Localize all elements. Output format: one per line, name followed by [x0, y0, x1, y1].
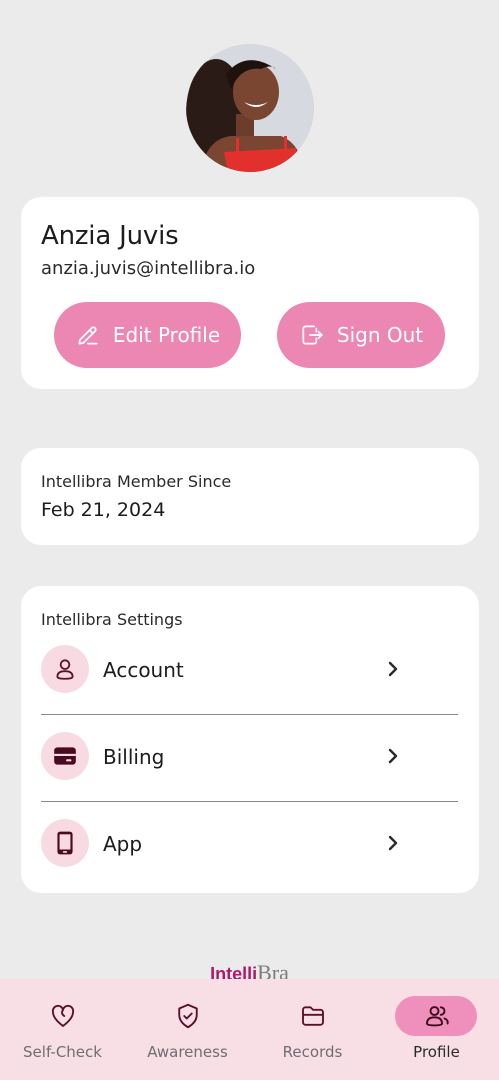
sign-out-button[interactable]: Sign Out: [277, 302, 445, 368]
settings-item-label: App: [103, 832, 143, 856]
settings-card: Intellibra Settings Account Billing App: [21, 586, 479, 893]
shield-check-icon: [177, 1003, 198, 1029]
tab-label: Awareness: [147, 1043, 228, 1061]
chevron-right-icon: [388, 661, 398, 677]
settings-item-account[interactable]: Account: [21, 626, 438, 712]
card-icon: [41, 732, 89, 780]
profile-avatar: [186, 44, 314, 172]
member-since-date: Feb 21, 2024: [41, 499, 166, 521]
folder-icon: [301, 1006, 324, 1026]
tab-self-check[interactable]: Self-Check: [0, 979, 125, 1080]
heart-icon: [51, 1004, 74, 1027]
chevron-right-icon: [388, 835, 398, 851]
edit-icon: [78, 326, 98, 345]
settings-item-label: Account: [103, 658, 184, 682]
bottom-tab-bar: Self-Check Awareness Records Profile: [0, 979, 499, 1080]
tab-label: Records: [282, 1043, 343, 1061]
membership-card: Intellibra Member Since Feb 21, 2024: [21, 448, 479, 545]
users-icon: [425, 1006, 449, 1027]
tab-records[interactable]: Records: [250, 979, 375, 1080]
settings-item-label: Billing: [103, 745, 165, 769]
settings-item-billing[interactable]: Billing: [21, 713, 438, 799]
phone-icon: [41, 819, 89, 867]
edit-profile-label: Edit Profile: [112, 323, 221, 347]
user-name: Anzia Juvis: [41, 221, 179, 251]
member-since-label: Intellibra Member Since: [41, 472, 232, 491]
chevron-right-icon: [388, 748, 398, 764]
profile-card: Anzia Juvis anzia.juvis@intellibra.io Ed…: [21, 197, 479, 389]
tab-label: Self-Check: [23, 1043, 102, 1061]
user-email: anzia.juvis@intellibra.io: [41, 258, 256, 279]
user-icon: [41, 645, 89, 693]
sign-out-label: Sign Out: [336, 323, 424, 347]
settings-item-app[interactable]: App: [21, 800, 438, 886]
tab-profile[interactable]: Profile: [374, 979, 499, 1080]
tab-label: Profile: [413, 1043, 460, 1061]
edit-profile-button[interactable]: Edit Profile: [54, 302, 241, 368]
logout-icon: [302, 325, 323, 345]
tab-awareness[interactable]: Awareness: [125, 979, 250, 1080]
